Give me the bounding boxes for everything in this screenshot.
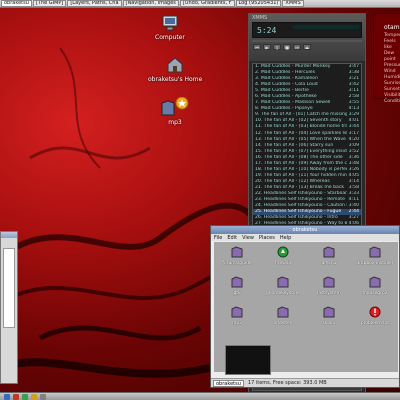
menu-file[interactable]: File xyxy=(214,235,222,241)
file-item[interactable]: gtk xyxy=(214,276,260,296)
file-item-label: orkesten xyxy=(273,321,293,326)
file-item-label: dropbox-installer xyxy=(356,261,394,266)
xmms-title[interactable]: XMMS xyxy=(252,15,267,21)
task-button-gimp-layers[interactable]: [Layers, Paths, Cha xyxy=(67,0,122,7)
file-item-label: gnomekeystore xyxy=(265,291,301,296)
desktop-icon-mp3[interactable]: mp3 xyxy=(160,97,190,126)
file-item-label: lastsystem xyxy=(317,291,341,296)
weather-line: Conditions xyxy=(384,99,400,104)
image-thumbnail[interactable] xyxy=(225,345,271,375)
folder-icon xyxy=(161,97,189,116)
partial-window-left[interactable] xyxy=(0,231,18,384)
pause-icon[interactable]: ❙ xyxy=(273,44,281,50)
bottom-panel xyxy=(0,392,400,400)
file-item-label: sklarx xyxy=(322,321,336,326)
files-icon[interactable] xyxy=(40,393,46,400)
file-item-label: amsn1 xyxy=(321,261,337,266)
file-item[interactable]: gnomekeystore xyxy=(260,276,306,296)
eject-icon[interactable]: ⏏ xyxy=(303,44,311,50)
file-manager-statusbar: obraketsu 17 items, Free space: 393.0 MB xyxy=(211,378,399,387)
xmms-time[interactable]: 5:24 xyxy=(257,26,276,35)
file-item-label: forums/guide xyxy=(222,261,252,266)
top-taskbar: obraketsu [The GIMP] [Layers, Paths, Cha… xyxy=(0,0,400,8)
task-button-gimp-undo[interactable]: [Undo, Gradients, F xyxy=(179,0,235,7)
task-button-gimp-navigation[interactable]: [Navigation, Images xyxy=(122,0,179,7)
partial-window-pane xyxy=(3,248,15,328)
file-item-label: mp3 xyxy=(232,321,242,326)
file-item[interactable]: lastsystem xyxy=(306,276,352,296)
partial-window-titlebar[interactable] xyxy=(1,232,17,238)
file-item[interactable]: probleem.txt xyxy=(352,306,398,326)
next-icon[interactable]: ⏭ xyxy=(293,44,301,50)
xmms-song-ticker xyxy=(293,25,359,29)
weather-widget[interactable]: otam TemperatureFeels likeDew pointPress… xyxy=(373,13,400,104)
status-text: 17 items, Free space: 393.0 MB xyxy=(247,380,327,386)
weather-line: Dew point xyxy=(384,51,396,62)
folder-icon xyxy=(369,276,381,290)
xmms-display: 5:24 xyxy=(252,22,362,38)
menu-edit[interactable]: Edit xyxy=(227,235,237,241)
folder-icon xyxy=(231,276,243,290)
folder-icon xyxy=(323,246,335,260)
menu-view[interactable]: View xyxy=(242,235,254,241)
file-item[interactable]: mousegrp2 xyxy=(352,276,398,296)
menu-icon[interactable] xyxy=(4,393,10,400)
desktop-icon-computer[interactable]: Computer xyxy=(155,14,185,41)
browser-icon[interactable] xyxy=(13,393,19,400)
folder-icon xyxy=(231,246,243,260)
recycle-icon xyxy=(277,246,289,260)
file-item[interactable]: firewall xyxy=(260,246,306,266)
file-item[interactable]: sklarx xyxy=(306,306,352,326)
weather-lines: TemperatureFeels likeDew pointPressureWi… xyxy=(374,33,400,105)
mail-icon[interactable] xyxy=(31,393,37,400)
desktop-icon-home[interactable]: obraketsu's Home xyxy=(148,56,202,83)
home-icon xyxy=(167,57,183,73)
terminal-icon[interactable] xyxy=(22,393,28,400)
weather-title: otam xyxy=(384,24,400,31)
file-item-label: mousegrp2 xyxy=(362,291,388,296)
xmms-controls: ⏮ ▶ ❙ ■ ⏭ ⏏ xyxy=(253,44,311,50)
file-item[interactable]: dropbox-installer xyxy=(352,246,398,266)
weather-line: Feels like xyxy=(384,39,396,50)
desktop-icon-label: mp3 xyxy=(168,119,182,126)
xmms-main-panel: XMMS 5:24 ⏮ ▶ ❙ ■ ⏭ ⏏ xyxy=(249,14,365,61)
folder-icon xyxy=(323,276,335,290)
folder-icon xyxy=(369,246,381,260)
folder-icon xyxy=(277,276,289,290)
task-button-obraketsu[interactable]: obraketsu xyxy=(1,0,32,7)
folder-icon xyxy=(231,306,243,320)
file-item-label: gtk xyxy=(233,291,241,296)
file-item-label: firewall xyxy=(275,261,291,266)
computer-icon xyxy=(162,15,178,31)
file-manager-titlebar[interactable]: obraketsu xyxy=(211,226,399,234)
menu-places[interactable]: Places xyxy=(259,235,275,241)
desktop-icon-label: obraketsu's Home xyxy=(148,76,203,83)
file-item[interactable]: mp3 xyxy=(214,306,260,326)
warning-icon xyxy=(369,306,381,320)
task-button-xmms[interactable]: XMMS xyxy=(282,0,304,7)
file-item[interactable]: forums/guide xyxy=(214,246,260,266)
play-icon[interactable]: ▶ xyxy=(263,44,271,50)
task-button-gimp[interactable]: [The GIMP] xyxy=(32,0,67,7)
file-manager-menubar: File Edit View Places Help xyxy=(211,234,399,241)
task-button-log[interactable]: Log (95205431) xyxy=(235,0,282,7)
xmms-seek-bar[interactable] xyxy=(252,40,362,42)
file-item[interactable]: amsn1 xyxy=(306,246,352,266)
file-item-label: probleem.txt xyxy=(360,321,390,326)
desktop-icon-label: Computer xyxy=(155,34,185,41)
path-button[interactable]: obraketsu xyxy=(213,379,244,387)
file-item[interactable]: orkesten xyxy=(260,306,306,326)
previous-icon[interactable]: ⏮ xyxy=(253,44,261,50)
folder-icon xyxy=(277,306,289,320)
menu-help[interactable]: Help xyxy=(280,235,291,241)
stop-icon[interactable]: ■ xyxy=(283,44,291,50)
folder-icon xyxy=(323,306,335,320)
